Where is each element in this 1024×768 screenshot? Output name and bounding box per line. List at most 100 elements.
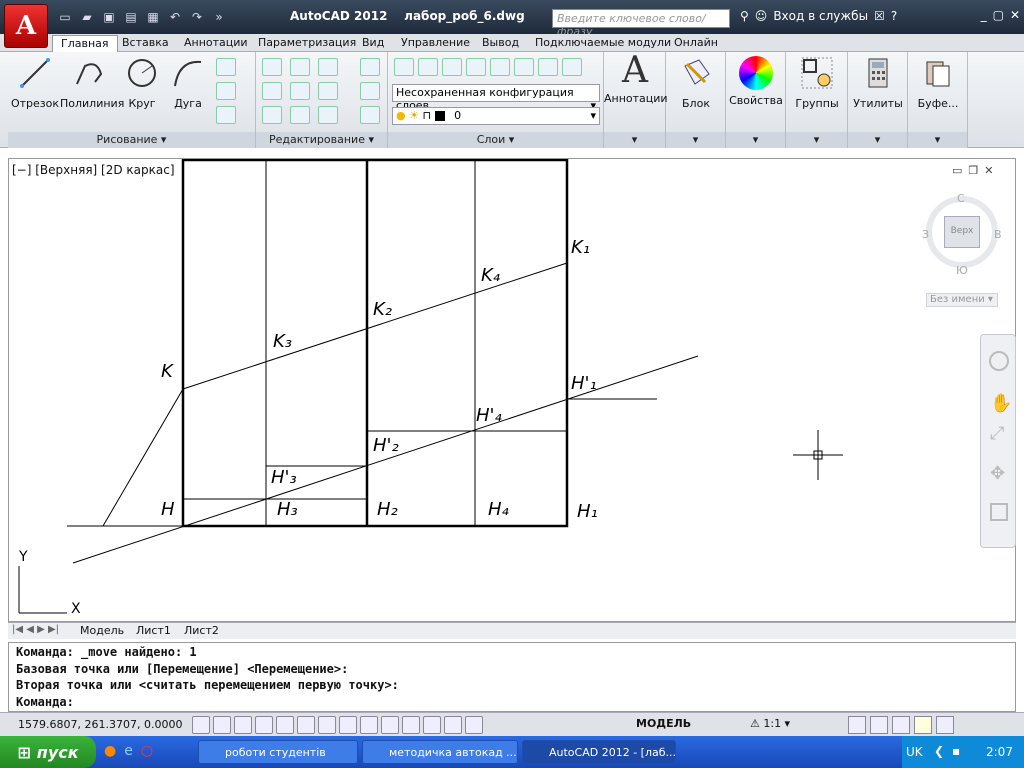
block-tool[interactable]: Блок bbox=[666, 56, 726, 110]
minimize-icon[interactable]: ▭ bbox=[952, 164, 962, 177]
mirror-icon[interactable] bbox=[290, 82, 310, 100]
copy-icon[interactable] bbox=[262, 82, 282, 100]
panel-modify-title[interactable]: Редактирование ▾ bbox=[256, 132, 387, 148]
tab-insert[interactable]: Вставка bbox=[114, 35, 177, 52]
restore-icon[interactable]: ❐ bbox=[968, 164, 978, 177]
more-icon[interactable]: » bbox=[210, 8, 228, 26]
panel-properties-chevron[interactable]: ▾ bbox=[726, 132, 785, 148]
layer-previous-icon[interactable] bbox=[562, 58, 582, 76]
groups-tool[interactable]: Группы bbox=[786, 56, 848, 110]
print-icon[interactable]: ▦ bbox=[144, 8, 162, 26]
tab-plugins[interactable]: Подключаемые модули bbox=[527, 35, 679, 52]
panel-clipboard-chevron[interactable]: ▾ bbox=[908, 132, 967, 148]
tab-view[interactable]: Вид bbox=[354, 35, 392, 52]
annotation-scale[interactable]: ⚠ 1:1 ▾ bbox=[750, 717, 790, 730]
clean-screen-icon[interactable] bbox=[936, 716, 954, 734]
application-menu-button[interactable]: A bbox=[4, 4, 48, 48]
steering-wheel-icon[interactable] bbox=[989, 351, 1009, 371]
scale-icon[interactable] bbox=[290, 106, 310, 124]
explode-icon[interactable] bbox=[360, 82, 380, 100]
osnap-icon[interactable] bbox=[297, 716, 315, 734]
dyn-icon[interactable] bbox=[381, 716, 399, 734]
language-indicator[interactable]: UK bbox=[906, 745, 923, 759]
rectangle-icon[interactable] bbox=[216, 58, 236, 76]
panel-annotation-chevron[interactable]: ▾ bbox=[604, 132, 665, 148]
panel-groups-chevron[interactable]: ▾ bbox=[786, 132, 847, 148]
close-icon[interactable]: ✕ bbox=[1010, 8, 1020, 22]
command-prompt[interactable]: Команда: bbox=[16, 695, 74, 709]
quick-properties-icon[interactable] bbox=[444, 716, 462, 734]
coordinates-readout[interactable]: 1579.6807, 261.3707, 0.0000 bbox=[18, 718, 182, 731]
ucs-menu[interactable]: Без имени ▾ bbox=[926, 293, 998, 307]
minimize-icon[interactable]: _ bbox=[981, 8, 987, 22]
clipboard-tool[interactable]: Буфе... bbox=[908, 56, 968, 110]
grid-icon[interactable] bbox=[234, 716, 252, 734]
offset-icon[interactable] bbox=[360, 106, 380, 124]
layer-lock-icon[interactable] bbox=[514, 58, 534, 76]
stretch-icon[interactable] bbox=[262, 106, 282, 124]
tab-home[interactable]: Главная bbox=[52, 35, 118, 52]
lock-icon[interactable] bbox=[870, 716, 888, 734]
hardware-accel-icon[interactable] bbox=[892, 716, 910, 734]
viewcube-face[interactable]: Верх bbox=[944, 216, 980, 248]
tab-online[interactable]: Онлайн bbox=[666, 35, 726, 52]
polar-icon[interactable] bbox=[276, 716, 294, 734]
erase-icon[interactable] bbox=[360, 58, 380, 76]
tab-sheet1[interactable]: Лист1 bbox=[136, 624, 171, 637]
tab-parametric[interactable]: Параметризация bbox=[250, 35, 364, 52]
3dosnap-icon[interactable] bbox=[318, 716, 336, 734]
redo-icon[interactable]: ↷ bbox=[188, 8, 206, 26]
viewcube[interactable]: Верх С Ю В З bbox=[922, 192, 1002, 282]
ortho-icon[interactable] bbox=[255, 716, 273, 734]
current-layer-select[interactable]: ● ☀ ⊓ 0 ▾ bbox=[392, 107, 600, 125]
help-icon[interactable]: ? bbox=[891, 9, 897, 23]
binoculars-icon[interactable]: ⚲ bbox=[740, 9, 749, 23]
model-space-toggle[interactable]: МОДЕЛЬ bbox=[636, 717, 691, 730]
trim-icon[interactable] bbox=[318, 58, 338, 76]
internet-explorer-icon[interactable]: e bbox=[124, 743, 133, 759]
new-file-icon[interactable]: ▭ bbox=[56, 8, 74, 26]
taskbar-item-folder[interactable]: роботи студентів bbox=[198, 740, 358, 764]
rotate-icon[interactable] bbox=[290, 58, 310, 76]
selection-cycling-icon[interactable] bbox=[465, 716, 483, 734]
ducs-icon[interactable] bbox=[360, 716, 378, 734]
tab-annotate[interactable]: Аннотации bbox=[176, 35, 256, 52]
opera-icon[interactable]: ○ bbox=[141, 743, 153, 759]
pan-icon[interactable]: ✋ bbox=[990, 393, 1012, 414]
start-button[interactable]: ⊞ пуск bbox=[0, 736, 96, 768]
tab-output[interactable]: Вывод bbox=[474, 35, 527, 52]
workspace-gear-icon[interactable] bbox=[848, 716, 866, 734]
open-file-icon[interactable]: ▰ bbox=[78, 8, 96, 26]
layer-isolate-icon[interactable] bbox=[466, 58, 486, 76]
firefox-icon[interactable]: ● bbox=[104, 743, 116, 759]
tab-model[interactable]: Модель bbox=[80, 624, 124, 637]
showmotion-icon[interactable] bbox=[990, 503, 1008, 521]
layer-freeze-icon[interactable] bbox=[490, 58, 510, 76]
search-input[interactable]: Введите ключевое слово/фразу bbox=[552, 9, 730, 38]
layer-state-select[interactable]: Несохраненная конфигурация слоев ▾ bbox=[392, 84, 600, 112]
move-icon[interactable] bbox=[262, 58, 282, 76]
fillet-icon[interactable] bbox=[318, 82, 338, 100]
panel-utilities-chevron[interactable]: ▾ bbox=[848, 132, 907, 148]
properties-tool[interactable]: Свойства bbox=[726, 56, 786, 107]
isolate-objects-icon[interactable] bbox=[914, 716, 932, 734]
infer-constraints-icon[interactable] bbox=[192, 716, 210, 734]
clock[interactable]: 2:07 bbox=[986, 745, 1013, 759]
region-icon[interactable] bbox=[216, 106, 236, 124]
line-tool[interactable]: Отрезок bbox=[10, 56, 60, 110]
annotation-tool[interactable]: A Аннотации bbox=[604, 53, 668, 106]
otrack-icon[interactable] bbox=[339, 716, 357, 734]
viewport-label[interactable]: [−] [Верхняя] [2D каркас] bbox=[12, 163, 175, 177]
lineweight-icon[interactable] bbox=[402, 716, 420, 734]
panel-block-chevron[interactable]: ▾ bbox=[666, 132, 725, 148]
close-icon[interactable]: ✕ bbox=[984, 164, 993, 177]
tab-nav-arrows[interactable]: |◀ ◀ ▶ ▶| bbox=[12, 624, 59, 635]
layer-properties-icon[interactable] bbox=[394, 58, 414, 76]
transparency-icon[interactable] bbox=[423, 716, 441, 734]
taskbar-item-autocad[interactable]: AutoCAD 2012 - [лаб... bbox=[522, 740, 676, 764]
snap-icon[interactable] bbox=[213, 716, 231, 734]
hatch-icon[interactable] bbox=[216, 82, 236, 100]
drawing-canvas[interactable]: K K₁ K₂ K₃ K₄ H H₁ H₂ H₃ H₄ H'₁ H'₂ H'₃ … bbox=[8, 158, 1016, 622]
arc-tool[interactable]: Дуга bbox=[166, 56, 210, 110]
save-as-icon[interactable]: ▤ bbox=[122, 8, 140, 26]
